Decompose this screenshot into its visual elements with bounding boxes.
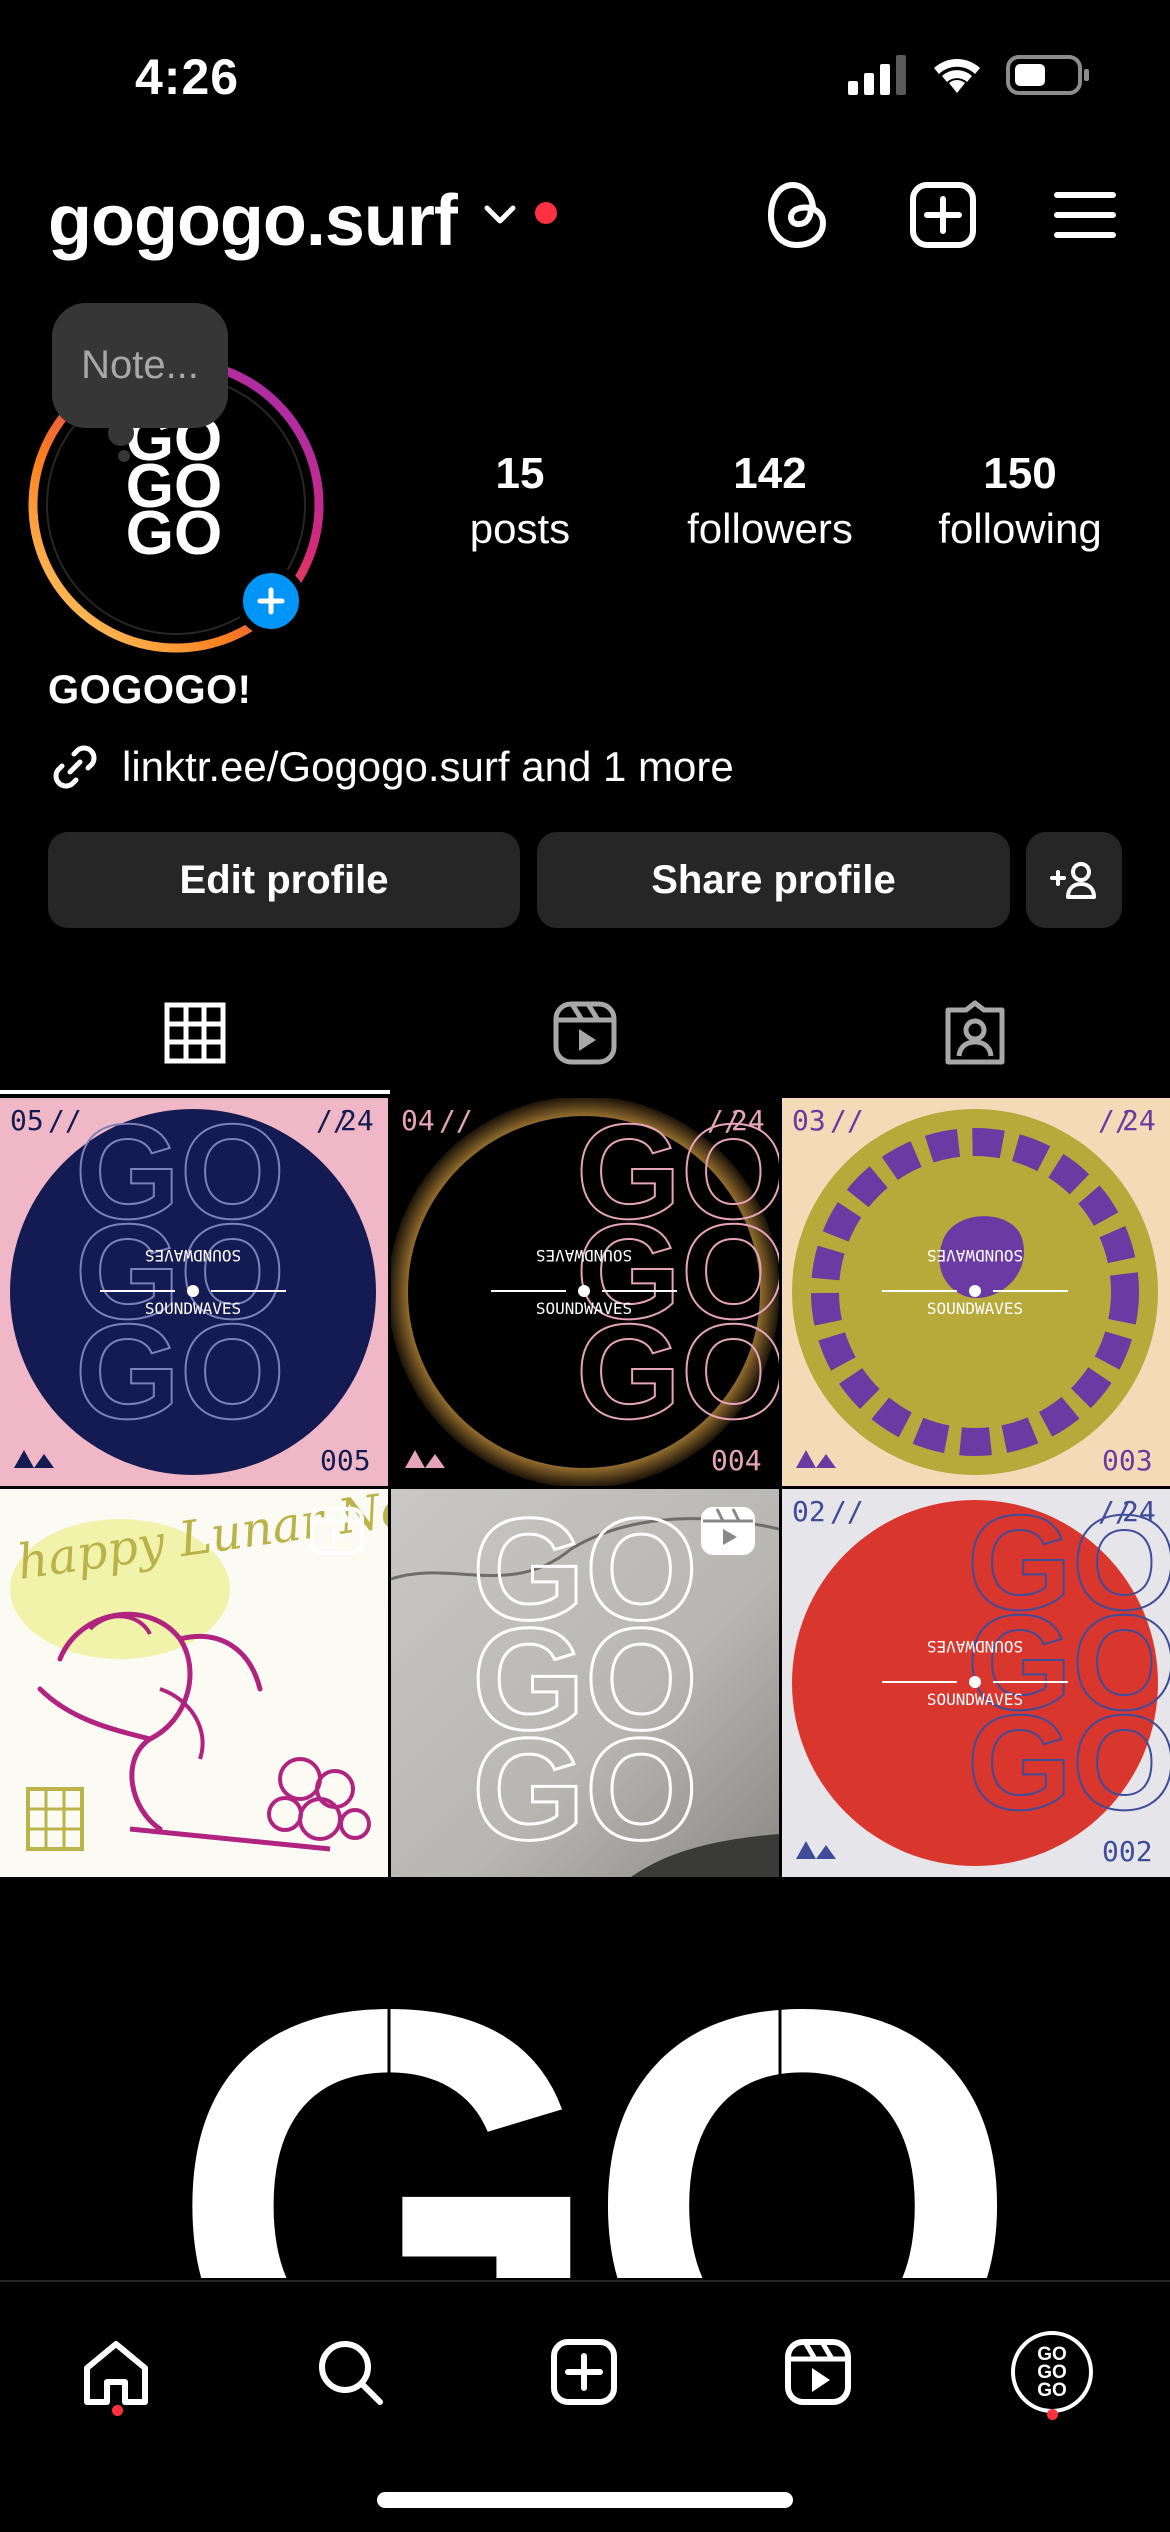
posts-grid: GO GO GO SOUNDWAVES SOUNDWAVES 05 // // … (0, 1098, 1170, 2278)
svg-text:SOUNDWAVES: SOUNDWAVES (145, 1299, 241, 1318)
post-tile-reel[interactable]: happy Lunar New Year (0, 1489, 388, 1877)
menu-icon[interactable] (1040, 170, 1130, 260)
stat-label: posts (469, 505, 571, 552)
svg-text:GO: GO (169, 1893, 1005, 2278)
svg-text:02: 02 (792, 1495, 826, 1528)
battery-icon (1006, 55, 1089, 95)
svg-text://: // (830, 1495, 864, 1528)
nav-profile[interactable]: GO GO GO (992, 2322, 1112, 2422)
svg-text:005: 005 (320, 1444, 371, 1477)
note-bubble-tail (108, 420, 134, 446)
reels-icon (785, 2339, 851, 2405)
svg-text:SOUNDWAVES: SOUNDWAVES (927, 1690, 1023, 1709)
note-bubble-tail-small (118, 450, 130, 462)
nav-create[interactable] (524, 2322, 644, 2422)
profile-notification-dot (1047, 2409, 1058, 2420)
svg-text:GO: GO (967, 1687, 1170, 1838)
svg-text:SOUNDWAVES: SOUNDWAVES (536, 1246, 632, 1265)
tab-tagged[interactable] (780, 970, 1170, 1095)
svg-text:03: 03 (792, 1104, 826, 1137)
stat-label: following (938, 505, 1102, 552)
tab-reels[interactable] (390, 970, 780, 1095)
add-story-button[interactable] (236, 566, 306, 636)
username-switcher[interactable]: gogogo.surf (48, 180, 458, 262)
stat-label: followers (687, 505, 853, 552)
wifi-icon (934, 59, 980, 93)
share-profile-button[interactable]: Share profile (537, 832, 1010, 928)
stat-followers[interactable]: 142 followers (650, 445, 890, 555)
status-icons (848, 50, 1090, 100)
post-tile[interactable]: GO GO GO SOUNDWAVES SOUNDWAVES 04 // // … (391, 1098, 779, 1486)
active-tab-indicator (0, 1090, 390, 1094)
svg-text:24: 24 (1122, 1104, 1156, 1137)
discover-people-button[interactable] (1026, 832, 1122, 928)
plus-icon (257, 587, 285, 615)
home-indicator[interactable] (377, 2492, 793, 2508)
stat-number: 150 (983, 449, 1057, 498)
svg-text:GO: GO (126, 499, 222, 568)
tagged-icon (945, 1000, 1005, 1064)
svg-text://: // (830, 1104, 864, 1137)
link-icon (53, 745, 97, 789)
note-bubble[interactable]: Note... (52, 303, 228, 428)
create-post-icon[interactable] (898, 170, 988, 260)
stat-number: 142 (733, 449, 807, 498)
svg-text:SOUNDWAVES: SOUNDWAVES (145, 1246, 241, 1265)
status-bar: 4:26 (0, 0, 1170, 150)
reel-badge-icon (701, 1507, 755, 1555)
profile-avatar-icon: GO GO GO (1011, 2331, 1093, 2413)
bio-link[interactable]: linktr.ee/Gogogo.surf and 1 more (48, 740, 734, 794)
edit-profile-button[interactable]: Edit profile (48, 832, 520, 928)
profile-stats: 15 posts 142 followers 150 following (400, 445, 1140, 555)
svg-text:24: 24 (731, 1104, 765, 1137)
svg-text:24: 24 (340, 1104, 374, 1137)
svg-text:04: 04 (401, 1104, 435, 1137)
nav-reels[interactable] (758, 2322, 878, 2422)
svg-text:002: 002 (1102, 1835, 1153, 1868)
display-name: GOGOGO! (48, 668, 252, 712)
svg-text:004: 004 (711, 1444, 762, 1477)
home-icon (84, 2341, 148, 2405)
svg-text:SOUNDWAVES: SOUNDWAVES (927, 1637, 1023, 1656)
svg-text:GO: GO (576, 1296, 779, 1447)
cellular-signal-icon (848, 55, 906, 95)
stat-posts[interactable]: 15 posts (400, 445, 640, 555)
post-row-big-go[interactable]: GO (0, 1880, 1170, 2278)
home-notification-dot (112, 2405, 123, 2416)
svg-text://: // (48, 1104, 82, 1137)
nav-search[interactable] (290, 2322, 410, 2422)
stat-number: 15 (495, 449, 545, 498)
threads-icon[interactable] (752, 170, 842, 260)
svg-text:GO: GO (1037, 2380, 1067, 2401)
post-tile[interactable]: GO GO GO SOUNDWAVES SOUNDWAVES 02 // // … (782, 1489, 1170, 1877)
tab-grid[interactable] (0, 970, 390, 1095)
post-tile[interactable]: SOUNDWAVES SOUNDWAVES 03 // // 24 003 (782, 1098, 1170, 1486)
profile-header: gogogo.surf (0, 170, 1170, 270)
add-person-icon (1050, 862, 1096, 899)
create-post-icon (551, 2339, 617, 2405)
bio-link-text: linktr.ee/Gogogo.surf and 1 more (122, 743, 734, 790)
status-time: 4:26 (135, 49, 240, 105)
svg-text:GO: GO (472, 1708, 698, 1870)
svg-text:05: 05 (10, 1104, 44, 1137)
chevron-down-icon[interactable] (483, 203, 517, 227)
reels-icon (553, 1001, 617, 1064)
notification-dot (535, 202, 557, 224)
post-tile-reel[interactable]: GO GO GO (391, 1489, 779, 1877)
svg-text:GO: GO (75, 1296, 285, 1447)
svg-text://: // (439, 1104, 473, 1137)
svg-text:SOUNDWAVES: SOUNDWAVES (927, 1299, 1023, 1318)
grid-icon (164, 1002, 226, 1063)
search-icon (319, 2341, 383, 2405)
svg-text:SOUNDWAVES: SOUNDWAVES (927, 1246, 1023, 1265)
stat-following[interactable]: 150 following (900, 445, 1140, 555)
profile-tabs (0, 970, 1170, 1095)
post-tile[interactable]: GO GO GO SOUNDWAVES SOUNDWAVES 05 // // … (0, 1098, 388, 1486)
svg-text:SOUNDWAVES: SOUNDWAVES (536, 1299, 632, 1318)
svg-text:003: 003 (1102, 1444, 1153, 1477)
svg-text:24: 24 (1122, 1495, 1156, 1528)
